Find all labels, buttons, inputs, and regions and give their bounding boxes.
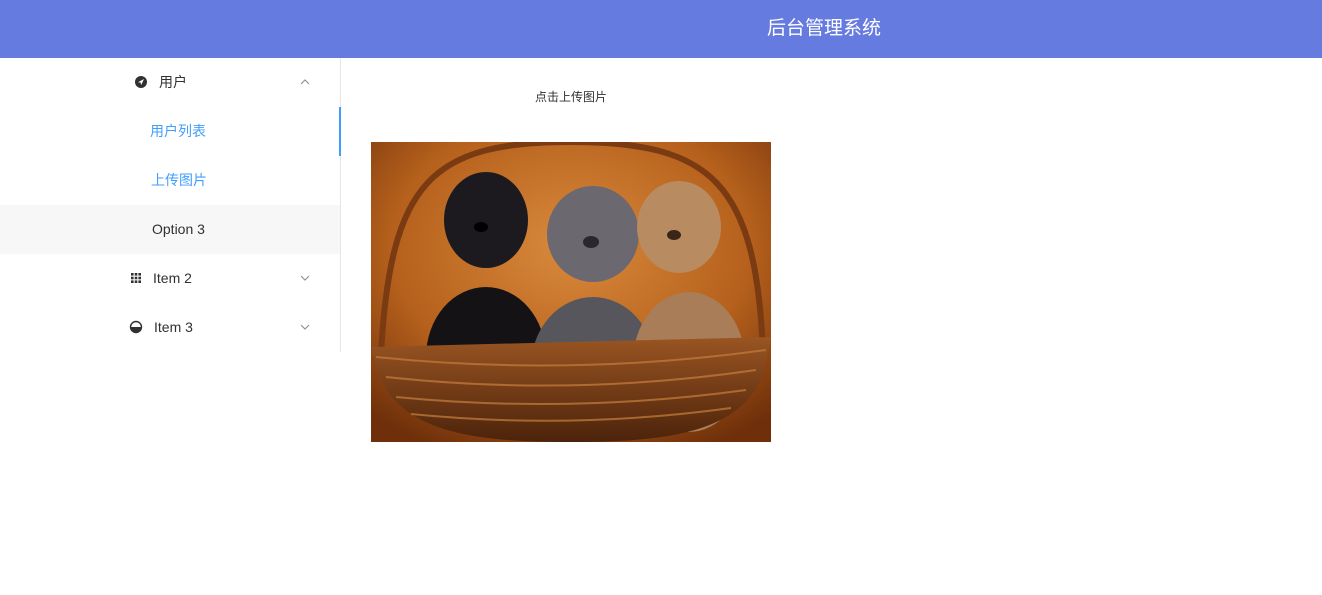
grid-icon <box>131 273 141 283</box>
menu-item-user-list[interactable]: 用户列表 <box>0 107 341 156</box>
uploaded-image-preview <box>371 142 771 442</box>
app-header: 后台管理系统 <box>0 0 1322 58</box>
submenu-users-label: 用户 <box>159 74 187 90</box>
chevron-down-icon <box>300 275 310 281</box>
location-icon <box>135 76 147 88</box>
main-content: 点击上传图片 <box>341 58 1322 595</box>
half-circle-icon <box>129 320 143 334</box>
submenu-item-2[interactable]: Item 2 <box>0 254 340 303</box>
upload-image-trigger[interactable]: 点击上传图片 <box>535 88 607 105</box>
app-title: 后台管理系统 <box>767 17 882 39</box>
submenu-item-2-label: Item 2 <box>153 270 192 286</box>
submenu-item-3[interactable]: Item 3 <box>0 303 340 352</box>
submenu-users[interactable]: 用户 <box>0 58 340 107</box>
submenu-item-3-label: Item 3 <box>154 319 193 335</box>
sidebar-menu: 用户 用户列表 上传图片 Option 3 Item 2 Item 3 <box>0 58 341 352</box>
menu-item-option-3[interactable]: Option 3 <box>0 205 340 254</box>
menu-item-upload-image[interactable]: 上传图片 <box>0 156 340 205</box>
menu-item-user-list-label: 用户列表 <box>150 123 206 139</box>
chevron-up-icon <box>300 79 310 85</box>
menu-item-option-3-label: Option 3 <box>152 221 205 237</box>
chevron-down-icon <box>300 324 310 330</box>
menu-item-upload-image-label: 上传图片 <box>151 172 207 188</box>
